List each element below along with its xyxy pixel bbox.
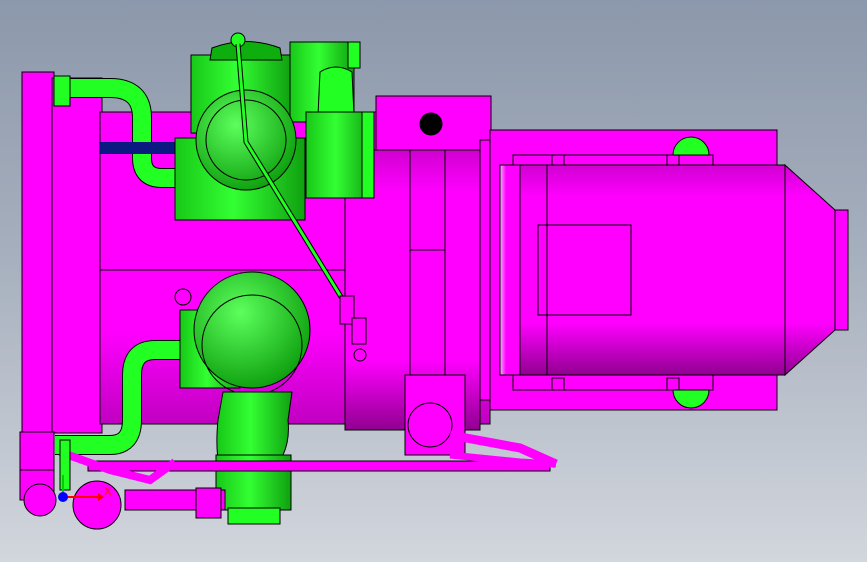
model-viewport[interactable]: X	[0, 0, 867, 562]
triad-x-axis-label: X	[104, 485, 112, 498]
model-scene[interactable]	[0, 0, 867, 562]
motor-cylinder[interactable]	[499, 163, 849, 377]
